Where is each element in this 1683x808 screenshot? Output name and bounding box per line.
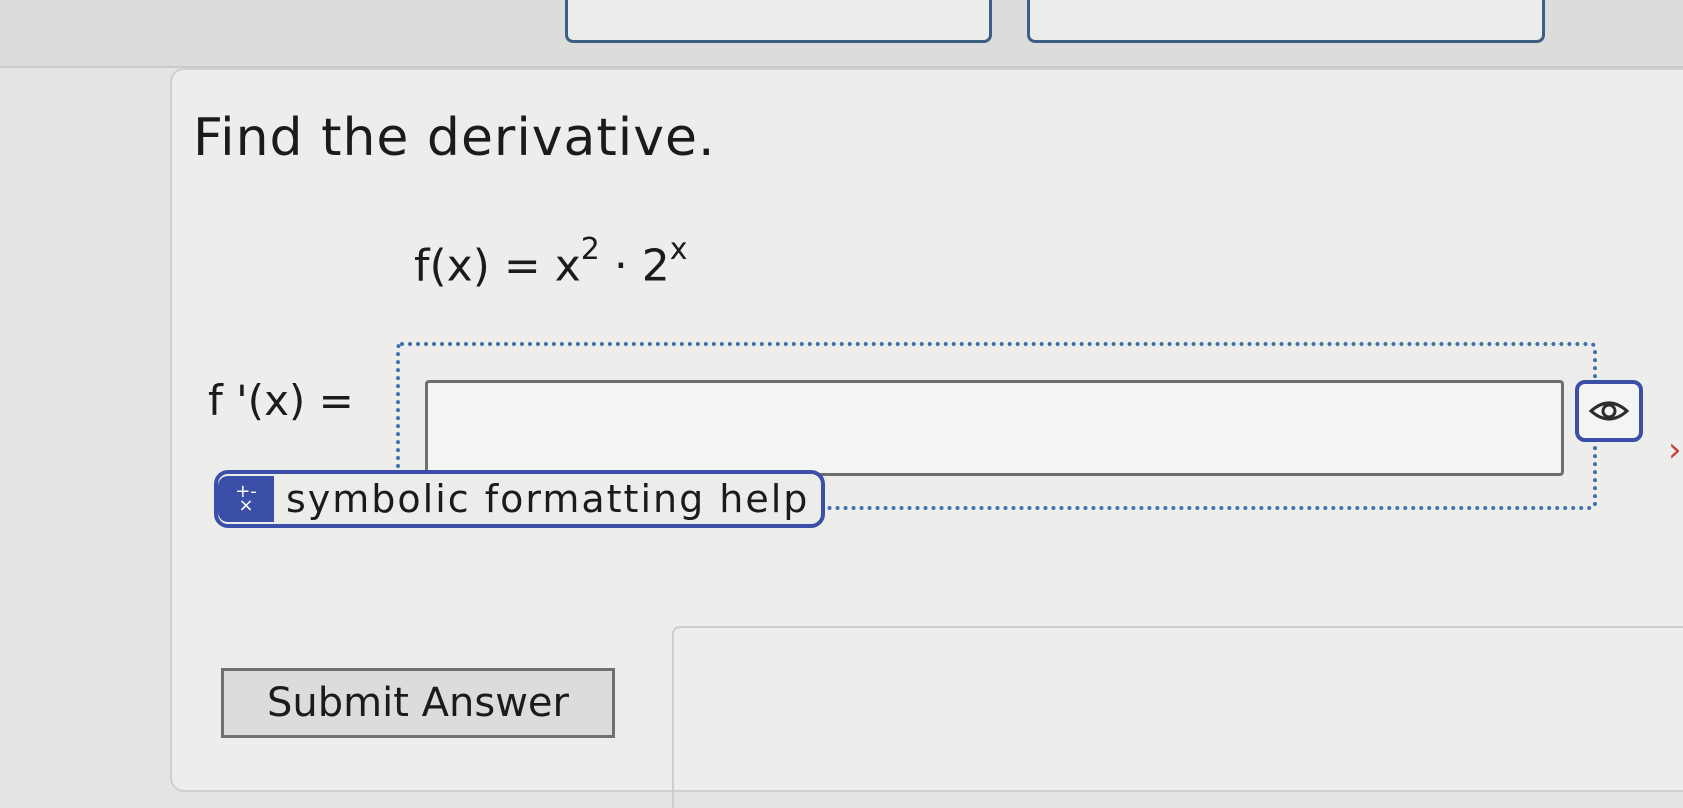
function-mid: · 2 (599, 240, 670, 292)
top-toolbar (0, 0, 1683, 68)
exponent-base: x (669, 232, 688, 267)
symbolic-formatting-help-button[interactable]: +- × symbolic formatting help (214, 470, 826, 528)
question-prompt: Find the derivative. (193, 108, 716, 168)
answer-input[interactable] (425, 380, 1564, 476)
lower-panel (672, 626, 1683, 808)
eye-icon (1588, 401, 1630, 421)
symbolic-help-label: symbolic formatting help (286, 477, 810, 521)
plus-minus-icon: +- × (218, 476, 274, 522)
derivative-label: f '(x) = (208, 376, 354, 425)
preview-button[interactable] (1575, 380, 1643, 442)
help-badge-bottom: × (238, 495, 254, 516)
exponent-power: 2 (580, 232, 600, 267)
toolbar-tab-left[interactable] (565, 0, 992, 43)
function-lhs: f(x) = x (414, 240, 581, 292)
toolbar-tab-right[interactable] (1027, 0, 1545, 43)
function-equation: f(x) = x2 · 2x (414, 232, 688, 292)
edge-arrow-icon: › (1668, 430, 1682, 470)
submit-answer-button[interactable]: Submit Answer (221, 668, 615, 738)
